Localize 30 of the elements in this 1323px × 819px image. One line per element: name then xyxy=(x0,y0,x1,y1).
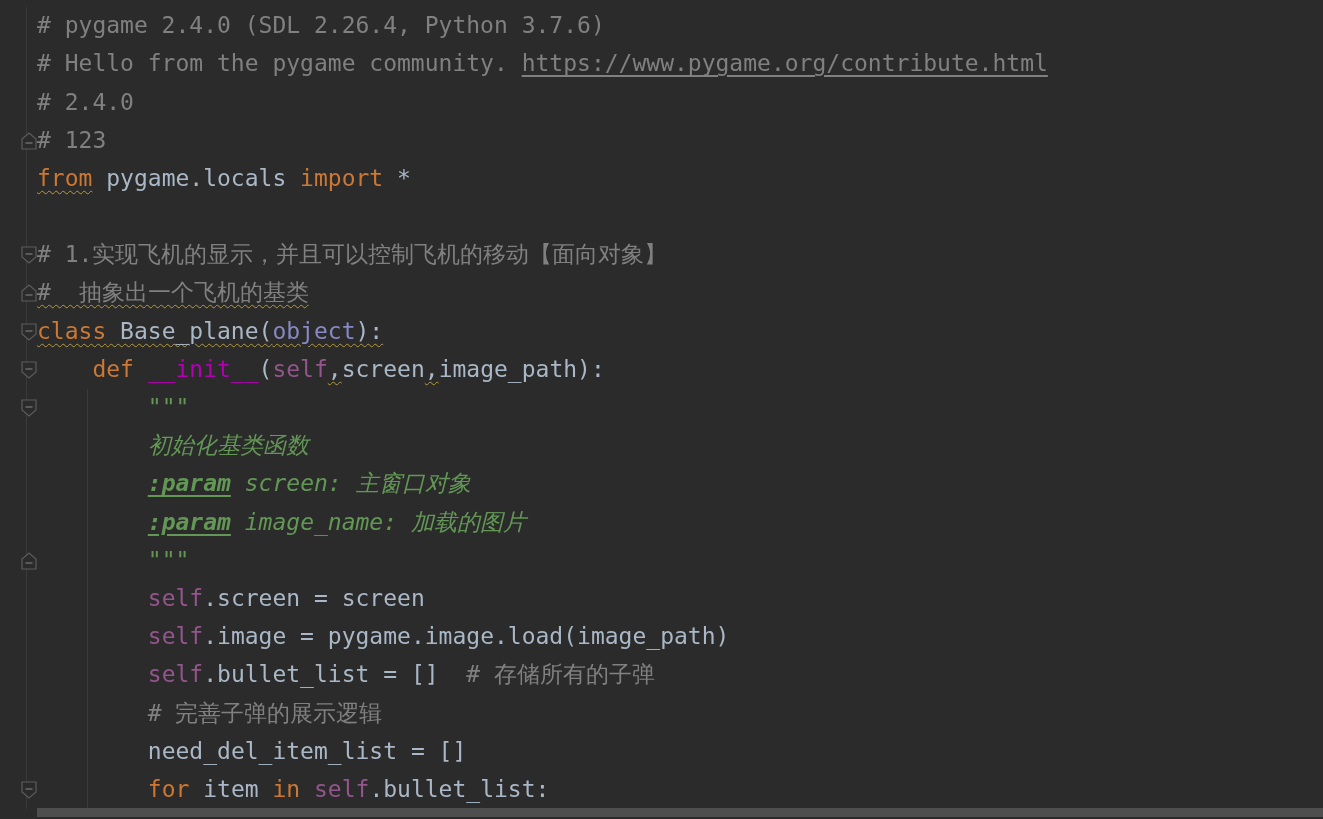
code-line: # 1.实现飞机的显示，并且可以控制飞机的移动【面向对象】 xyxy=(37,240,668,270)
code-line: need_del_item_list = [] xyxy=(147,736,467,767)
code-line: # 2.4.0 xyxy=(37,87,134,117)
code-line: :param screen: 主窗口对象 xyxy=(147,469,471,499)
code-line: # 完善子弹的展示逻辑 xyxy=(147,698,383,728)
fold-marker-icon[interactable] xyxy=(21,131,37,150)
fold-marker-icon[interactable] xyxy=(21,780,37,799)
fold-marker-icon[interactable] xyxy=(21,360,37,379)
code-line: self.bullet_list = [] # 存储所有的子弹 xyxy=(147,660,655,690)
code-line: # Hello from the pygame community. https://www.pygame.org/contribute.html xyxy=(37,49,1048,79)
code-line: def __init__(self,screen,image_path): xyxy=(92,354,605,385)
code-line: """ xyxy=(147,545,190,575)
code-line: self.image = pygame.image.load(image_path) xyxy=(147,622,730,652)
fold-marker-icon[interactable] xyxy=(21,398,37,417)
fold-marker-icon[interactable] xyxy=(21,284,37,303)
fold-marker-icon[interactable] xyxy=(21,246,37,265)
fold-marker-icon[interactable] xyxy=(21,551,37,570)
code-line: # 123 xyxy=(37,125,107,155)
code-line: # 抽象出一个飞机的基类 xyxy=(37,278,309,308)
fold-marker-icon[interactable] xyxy=(21,322,37,341)
code-line: 初始化基类函数 xyxy=(147,431,309,461)
code-line: for item in self.bullet_list: xyxy=(147,774,550,805)
code-line: # pygame 2.4.0 (SDL 2.26.4, Python 3.7.6) xyxy=(37,11,605,41)
link[interactable]: https://www.pygame.org/contribute.html xyxy=(521,50,1048,77)
code-line: """ xyxy=(147,393,190,422)
code-line: from pygame.locals import * xyxy=(37,163,411,193)
code-line: self.screen = screen xyxy=(147,583,425,613)
code-line: class Base_plane(object): xyxy=(37,316,384,347)
horizontal-scrollbar[interactable] xyxy=(37,808,1323,817)
code-line: :param image_name: 加载的图片 xyxy=(147,507,526,538)
